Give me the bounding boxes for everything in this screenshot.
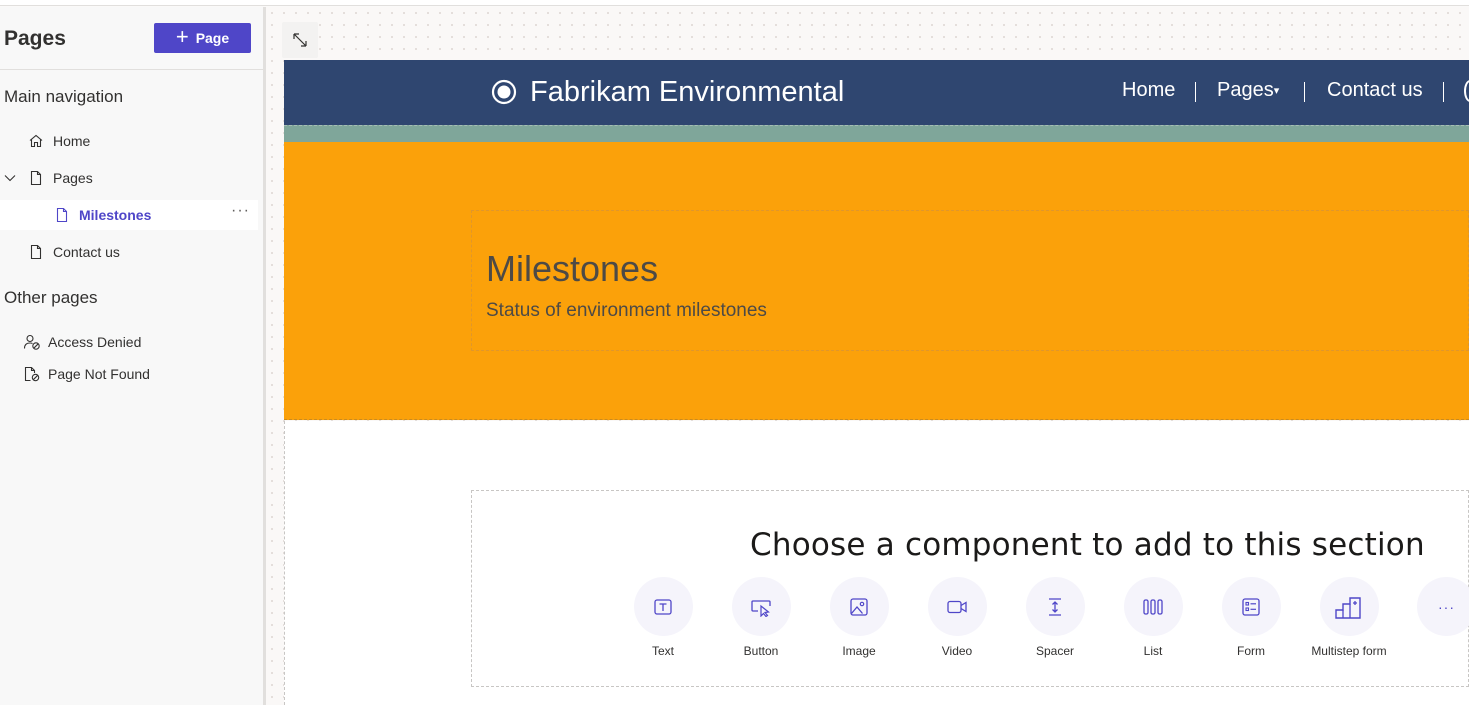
- component-label: Video: [941, 644, 973, 658]
- page-icon: [56, 207, 68, 223]
- component-picker-prompt: Choose a component to add to this sectio…: [750, 527, 1425, 563]
- add-list-component[interactable]: List: [1113, 577, 1193, 658]
- sidebar-title: Pages: [4, 27, 66, 50]
- header-accent-strip: [284, 125, 1469, 142]
- site-nav-pages-label: Pages: [1217, 79, 1274, 101]
- nav-item-pages[interactable]: Pages: [0, 163, 258, 193]
- site-logo-icon: [491, 79, 517, 105]
- component-icon-circle: [633, 577, 693, 636]
- list-icon: [1143, 598, 1163, 615]
- sidebar-header: Pages + Page: [0, 7, 263, 70]
- nav-item-label: Access Denied: [48, 334, 142, 350]
- component-icon-circle: [829, 577, 889, 636]
- page-not-found-icon: [24, 366, 40, 382]
- site-header[interactable]: [284, 60, 1469, 125]
- component-icon-circle: [927, 577, 987, 636]
- component-label: Button: [743, 644, 779, 658]
- nav-separator: [1195, 82, 1196, 102]
- multistep-form-icon: [1335, 596, 1361, 619]
- component-label: Text: [651, 644, 674, 658]
- more-options-icon[interactable]: ···: [231, 202, 250, 220]
- caret-down-icon: ▾: [1273, 85, 1280, 97]
- pages-sidebar: Pages + Page Main navigation Home Pages …: [0, 7, 263, 705]
- hero-title[interactable]: Milestones: [486, 248, 658, 290]
- nav-item-page-not-found[interactable]: Page Not Found: [0, 359, 258, 389]
- hero-subtitle[interactable]: Status of environment milestones: [486, 300, 767, 322]
- component-label: Form: [1237, 644, 1265, 658]
- access-denied-icon: [23, 334, 40, 350]
- text-icon: [654, 598, 672, 615]
- nav-item-label: Pages: [53, 170, 93, 186]
- component-label: Spacer: [1035, 644, 1075, 658]
- nav-item-milestones[interactable]: Milestones ···: [0, 200, 258, 230]
- add-multistep-form-component[interactable]: Multistep form: [1309, 577, 1389, 658]
- add-video-component[interactable]: Video: [917, 577, 997, 658]
- search-icon[interactable]: [1464, 80, 1469, 102]
- add-page-label: Page: [195, 30, 230, 46]
- page-icon: [30, 244, 42, 260]
- image-icon: [850, 597, 868, 616]
- chevron-down-icon[interactable]: [4, 172, 16, 184]
- component-icon-circle: [1025, 577, 1085, 636]
- add-button-component[interactable]: Button: [721, 577, 801, 658]
- form-icon: [1242, 597, 1260, 616]
- component-icon-circle: [1123, 577, 1183, 636]
- nav-item-label: Milestones: [79, 207, 152, 223]
- other-pages-title: Other pages: [4, 288, 98, 307]
- plus-icon: +: [175, 24, 189, 49]
- site-nav-home[interactable]: Home: [1122, 79, 1175, 102]
- component-label: List: [1143, 644, 1163, 658]
- page-icon: [30, 170, 42, 186]
- main-navigation-title: Main navigation: [4, 87, 124, 106]
- site-nav-contact-us[interactable]: Contact us: [1327, 79, 1423, 102]
- nav-item-access-denied[interactable]: Access Denied: [0, 327, 258, 357]
- button-icon: [751, 599, 771, 617]
- expand-canvas-button[interactable]: [282, 22, 318, 58]
- nav-item-label: Page Not Found: [48, 366, 150, 382]
- component-icon-circle: [1221, 577, 1281, 636]
- component-icon-circle: [1319, 577, 1379, 636]
- site-title[interactable]: Fabrikam Environmental: [530, 76, 844, 109]
- site-nav-pages[interactable]: Pages▾: [1217, 79, 1279, 102]
- add-form-component[interactable]: Form: [1211, 577, 1291, 658]
- nav-separator: [1443, 82, 1444, 102]
- component-label: Image: [842, 644, 876, 658]
- nav-item-label: Contact us: [53, 244, 120, 260]
- add-image-component[interactable]: Image: [819, 577, 899, 658]
- nav-item-label: Home: [53, 133, 91, 149]
- nav-item-home[interactable]: Home: [0, 126, 258, 156]
- add-page-button[interactable]: + Page: [154, 23, 251, 53]
- add-spacer-component[interactable]: Spacer: [1015, 577, 1095, 658]
- component-label: Multistep form: [1311, 644, 1387, 658]
- top-bar: [0, 0, 1469, 6]
- nav-item-contact-us[interactable]: Contact us: [0, 237, 258, 267]
- component-icon-circle: [731, 577, 791, 636]
- video-icon: [947, 600, 967, 613]
- add-text-component[interactable]: Text: [623, 577, 703, 658]
- spacer-icon: [1049, 597, 1061, 616]
- expand-icon: [293, 33, 307, 47]
- more-components-icon[interactable]: ···: [1417, 577, 1469, 636]
- nav-separator: [1304, 82, 1305, 102]
- home-icon: [29, 134, 43, 148]
